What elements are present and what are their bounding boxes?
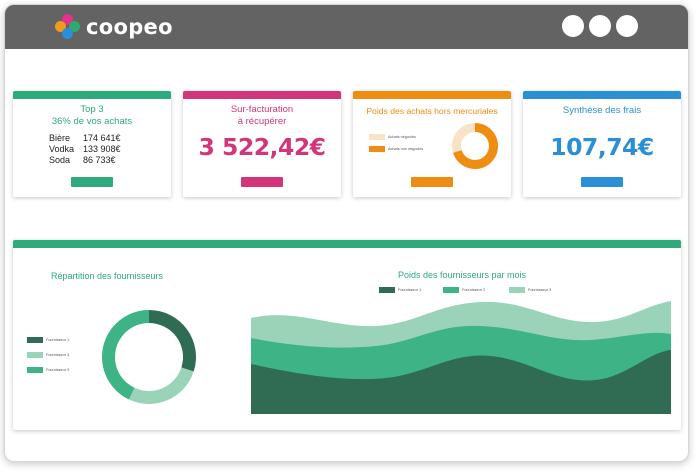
- repartition-legend-1: Fournisseur 1: [27, 337, 69, 343]
- donut-segment-1: [149, 310, 196, 372]
- card-surfacturation-header-bar: [183, 91, 341, 99]
- legend-label: Fournisseur 1: [398, 288, 422, 292]
- legend-swatch: [27, 352, 43, 358]
- card-poids-header-bar: [353, 91, 511, 99]
- legend-swatch: [27, 367, 43, 373]
- panel-header-bar: [13, 240, 681, 248]
- row-name: Vodka: [49, 144, 75, 154]
- row-value: 174 641€: [83, 133, 121, 143]
- repartition-legend-3: Fournisseur 3: [27, 367, 69, 373]
- legend-achats-non-negocies: Achats non négociés: [369, 146, 423, 152]
- legend-label: Fournisseur 1: [46, 338, 70, 342]
- card-surfacturation-title: Sur-facturation à récupérer: [183, 104, 341, 128]
- card-top3: Top 3 36% de vos achats Bière 174 641€ Vo…: [13, 91, 171, 197]
- app-window: coopeo Top 3 36% de vos achats Bière 174 …: [4, 4, 689, 462]
- poids-details-button[interactable]: [411, 177, 453, 187]
- repartition-title: Répartition des fournisseurs: [51, 271, 164, 281]
- table-row: Soda 86 733€: [49, 155, 121, 166]
- card-surfacturation-title-line2: à récupérer: [237, 116, 287, 127]
- frais-value: 107,74€: [550, 133, 654, 161]
- row-name: Soda: [49, 155, 71, 165]
- frais-details-button[interactable]: [581, 177, 623, 187]
- coopeo-logo[interactable]: coopeo: [55, 12, 173, 42]
- surfacturation-value: 3 522,42€: [198, 133, 326, 161]
- card-frais-title: Synthèse des frais: [562, 105, 642, 116]
- card-top3-title: Top 3 36% de vos achats: [13, 104, 171, 128]
- card-frais-header-bar: [523, 91, 681, 99]
- legend-swatch: [27, 337, 43, 343]
- card-surfacturation: Sur-facturation à récupérer 3 522,42€: [183, 91, 341, 197]
- row-value: 86 733€: [83, 155, 116, 165]
- card-poids-achats: Poids des achats hors mercuriales Achats…: [353, 91, 511, 197]
- poids-donut-chart: [452, 123, 498, 169]
- legend-label: Fournisseur 3: [46, 368, 70, 372]
- window-button-3[interactable]: [616, 15, 638, 37]
- legend-swatch: [443, 287, 459, 293]
- par-mois-area-chart: [251, 301, 671, 414]
- table-row: Bière 174 641€: [49, 133, 121, 144]
- legend-label: Achats négociés: [388, 135, 416, 139]
- card-top3-title-line2: 36% de vos achats: [51, 116, 133, 127]
- surfacturation-details-button[interactable]: [241, 177, 283, 187]
- par-mois-legend-3: Fournisseur 3: [509, 287, 551, 293]
- legend-swatch: [369, 134, 385, 140]
- legend-swatch: [379, 287, 395, 293]
- legend-swatch: [369, 146, 385, 152]
- par-mois-title: Poids des fournisseurs par mois: [398, 270, 527, 280]
- fournisseurs-panel: Répartition des fournisseurs Fournisseur…: [13, 240, 681, 430]
- donut-segment-3: [101, 310, 149, 400]
- table-row: Vodka 133 908€: [49, 144, 121, 155]
- par-mois-legend-1: Fournisseur 1: [379, 287, 421, 293]
- logo-mark-icon: [55, 14, 81, 40]
- row-value: 133 908€: [83, 144, 121, 154]
- legend-swatch: [509, 287, 525, 293]
- card-surfacturation-title-line1: Sur-facturation: [230, 104, 294, 115]
- logo-text: coopeo: [86, 15, 173, 39]
- top3-details-button[interactable]: [71, 177, 113, 187]
- card-poids-title: Poids des achats hors mercuriales: [366, 106, 498, 116]
- legend-label: Fournisseur 3: [46, 353, 70, 357]
- row-name: Bière: [49, 133, 71, 143]
- legend-label: Fournisseur 3: [528, 288, 552, 292]
- par-mois-legend-2: Fournisseur 2: [443, 287, 485, 293]
- top3-table: Bière 174 641€ Vodka 133 908€ Soda 86 733€: [49, 133, 121, 166]
- window-button-1[interactable]: [562, 15, 584, 37]
- repartition-donut-chart: [101, 310, 196, 404]
- card-synthese-frais: Synthèse des frais 107,74€: [523, 91, 681, 197]
- donut-segment-2: [128, 367, 194, 404]
- repartition-legend-2: Fournisseur 3: [27, 352, 69, 358]
- title-bar: coopeo: [5, 5, 688, 49]
- window-button-2[interactable]: [589, 15, 611, 37]
- card-top3-title-line1: Top 3: [80, 104, 104, 115]
- legend-label: Achats non négociés: [388, 147, 424, 151]
- legend-achats-negocies: Achats négociés: [369, 134, 416, 140]
- card-top3-header-bar: [13, 91, 171, 99]
- legend-label: Fournisseur 2: [462, 288, 486, 292]
